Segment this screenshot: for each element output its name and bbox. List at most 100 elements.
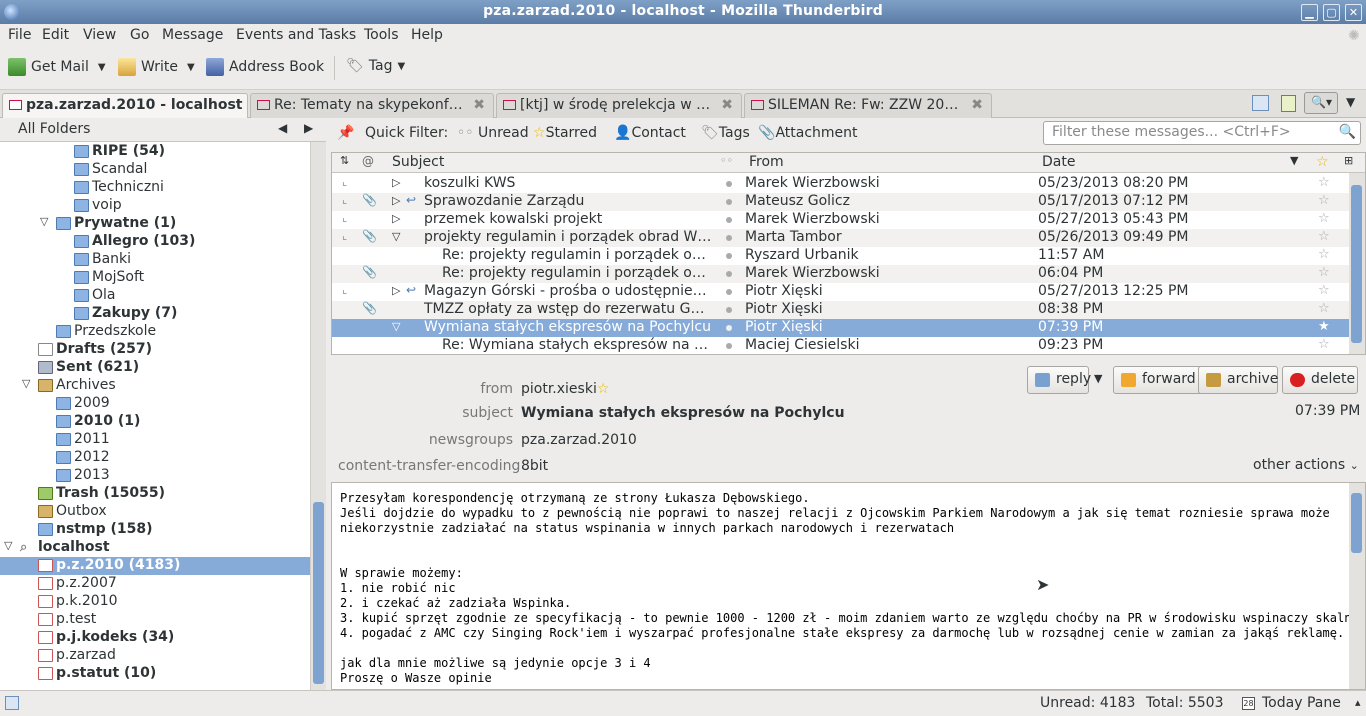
- star-icon[interactable]: ☆: [1318, 337, 1330, 352]
- newsgroup-item[interactable]: p.k.2010: [0, 593, 310, 611]
- read-column-icon[interactable]: ◦◦: [720, 154, 733, 167]
- message-row[interactable]: ⌞ ▷ przemek kowalski projekt Marek Wierzbow…: [332, 211, 1349, 229]
- folder-item[interactable]: 2011: [0, 431, 310, 449]
- from-value[interactable]: piotr.xieski☆: [521, 381, 609, 397]
- chevron-up-icon[interactable]: ▴: [1355, 696, 1361, 709]
- address-book-button[interactable]: Address Book: [206, 58, 324, 76]
- newsgroup-item[interactable]: p.statut (10): [0, 665, 310, 683]
- newsgroup-item[interactable]: p.test: [0, 611, 310, 629]
- read-status-icon[interactable]: [726, 271, 732, 277]
- folder-item[interactable]: voip: [0, 197, 310, 215]
- archive-button[interactable]: archive: [1198, 366, 1278, 394]
- search-icon[interactable]: 🔍▾: [1304, 92, 1338, 114]
- column-date[interactable]: Date: [1042, 154, 1075, 170]
- star-icon[interactable]: ☆: [1318, 301, 1330, 316]
- filter-messages-input[interactable]: Filter these messages... <Ctrl+F> 🔍: [1043, 121, 1361, 145]
- folder-item[interactable]: 2010 (1): [0, 413, 310, 431]
- twisty-collapsed-icon[interactable]: ▷: [392, 194, 400, 207]
- folder-item[interactable]: Ola: [0, 287, 310, 305]
- forward-button[interactable]: forward: [1113, 366, 1205, 394]
- menu-help[interactable]: Help: [411, 27, 443, 43]
- newsgroups-value[interactable]: pza.zarzad.2010: [521, 432, 637, 448]
- twisty-collapsed-icon[interactable]: ▷: [392, 284, 400, 297]
- folder-outbox[interactable]: Outbox: [0, 503, 310, 521]
- message-row[interactable]: ⌞ 📎 ▽ projekty regulamin i porządek obrad W…: [332, 229, 1349, 247]
- menu-view[interactable]: View: [83, 27, 116, 43]
- scrollbar-thumb[interactable]: [313, 502, 324, 684]
- twisty-expanded-icon[interactable]: ▽: [40, 215, 48, 228]
- star-icon[interactable]: ☆: [1318, 247, 1330, 262]
- filter-attachment-button[interactable]: 📎Attachment: [758, 125, 858, 141]
- thread-column-icon[interactable]: ⇅: [340, 154, 349, 167]
- get-mail-button[interactable]: Get Mail ▼: [8, 58, 106, 76]
- next-view-icon[interactable]: ▶: [304, 121, 313, 135]
- filter-starred-button[interactable]: ☆Starred: [533, 125, 597, 141]
- filter-unread-button[interactable]: ◦◦ Unread: [457, 125, 529, 141]
- newsgroup-item[interactable]: p.zarzad: [0, 647, 310, 665]
- pin-icon[interactable]: 📌: [337, 125, 354, 141]
- other-actions-button[interactable]: other actions ⌄: [1253, 457, 1359, 473]
- read-status-icon[interactable]: [726, 253, 732, 259]
- read-status-icon[interactable]: [726, 343, 732, 349]
- layout-icon[interactable]: [1252, 95, 1269, 111]
- message-row[interactable]: Re: Wymiana stałych ekspresów na P… Macie…: [332, 337, 1349, 355]
- attachment-column-icon[interactable]: @: [362, 154, 374, 168]
- account-localhost[interactable]: ▽ ⌕ localhost: [0, 539, 310, 557]
- menu-events-and-tasks[interactable]: Events and Tasks: [236, 27, 356, 43]
- folder-item[interactable]: Techniczni: [0, 179, 310, 197]
- star-column-icon[interactable]: ☆: [1316, 154, 1329, 170]
- close-tab-icon[interactable]: ✖: [473, 97, 485, 113]
- menu-go[interactable]: Go: [130, 27, 149, 43]
- star-icon[interactable]: ☆: [1318, 211, 1330, 226]
- message-row[interactable]: 📎 TMZZ opłaty za wstęp do rezerwatu Gór… P…: [332, 301, 1349, 319]
- message-row[interactable]: ⌞ ▷ ↩ Magazyn Górski - prośba o udostępnien…: [332, 283, 1349, 301]
- folder-item[interactable]: MojSoft: [0, 269, 310, 287]
- star-icon[interactable]: ☆: [1318, 283, 1330, 298]
- column-from[interactable]: From: [749, 154, 784, 170]
- body-scrollbar[interactable]: [1349, 483, 1365, 689]
- read-status-icon[interactable]: [726, 289, 732, 295]
- menu-tools[interactable]: Tools: [364, 27, 399, 43]
- column-subject[interactable]: Subject: [392, 154, 444, 170]
- today-pane-button[interactable]: Today Pane: [1262, 695, 1341, 711]
- column-picker-icon[interactable]: ⊞: [1344, 154, 1353, 167]
- tab-list-chevron-icon[interactable]: ▼: [1346, 95, 1355, 109]
- read-status-icon[interactable]: [726, 181, 732, 187]
- folder-item[interactable]: 2009: [0, 395, 310, 413]
- folder-view-label[interactable]: All Folders: [18, 121, 90, 137]
- reply-dropdown-icon[interactable]: ▼: [1094, 372, 1102, 385]
- twisty-collapsed-icon[interactable]: ▷: [392, 212, 400, 225]
- twisty-expanded-icon[interactable]: ▽: [392, 230, 400, 243]
- twisty-expanded-icon[interactable]: ▽: [22, 377, 30, 390]
- close-tab-icon[interactable]: ✖: [971, 97, 983, 113]
- read-status-icon[interactable]: [726, 199, 732, 205]
- folder-item[interactable]: Przedszkole: [0, 323, 310, 341]
- close-tab-icon[interactable]: ✖: [721, 97, 733, 113]
- write-button[interactable]: Write ▼: [118, 58, 195, 76]
- reply-button[interactable]: reply: [1027, 366, 1091, 394]
- previous-view-icon[interactable]: ◀: [278, 121, 287, 135]
- folder-trash[interactable]: Trash (15055): [0, 485, 310, 503]
- scrollbar-thumb[interactable]: [1351, 185, 1362, 343]
- folder-item[interactable]: RIPE (54): [0, 143, 310, 161]
- tab-folder[interactable]: pza.zarzad.2010 - localhost: [2, 93, 248, 119]
- read-status-icon[interactable]: [726, 217, 732, 223]
- read-status-icon[interactable]: [726, 235, 732, 241]
- filter-tags-button[interactable]: 🏷Tags: [701, 125, 750, 141]
- folder-drafts[interactable]: Drafts (257): [0, 341, 310, 359]
- tab-message-1[interactable]: Re: Tematy na skypekonf… ✖: [250, 93, 494, 118]
- message-row[interactable]: Re: projekty regulamin i porządek obr… Ry…: [332, 247, 1349, 265]
- folder-item[interactable]: Zakupy (7): [0, 305, 310, 323]
- star-icon[interactable]: ☆: [1318, 193, 1330, 208]
- message-row[interactable]: ⌞ 📎 ▷ ↩ Sprawozdanie Zarządu Mateusz Golicz 05…: [332, 193, 1349, 211]
- read-status-icon[interactable]: [726, 325, 732, 331]
- tag-button[interactable]: 🏷 Tag ▼: [346, 58, 405, 74]
- minimize-button[interactable]: ▁: [1301, 4, 1318, 21]
- chevron-down-icon[interactable]: ▼: [187, 62, 195, 73]
- star-icon[interactable]: ☆: [1318, 229, 1330, 244]
- folder-item[interactable]: ▽ Prywatne (1): [0, 215, 310, 233]
- folder-item[interactable]: Scandal: [0, 161, 310, 179]
- filter-contact-button[interactable]: 👤Contact: [614, 125, 686, 141]
- folder-scrollbar[interactable]: [310, 142, 326, 690]
- close-window-button[interactable]: ✕: [1345, 4, 1362, 21]
